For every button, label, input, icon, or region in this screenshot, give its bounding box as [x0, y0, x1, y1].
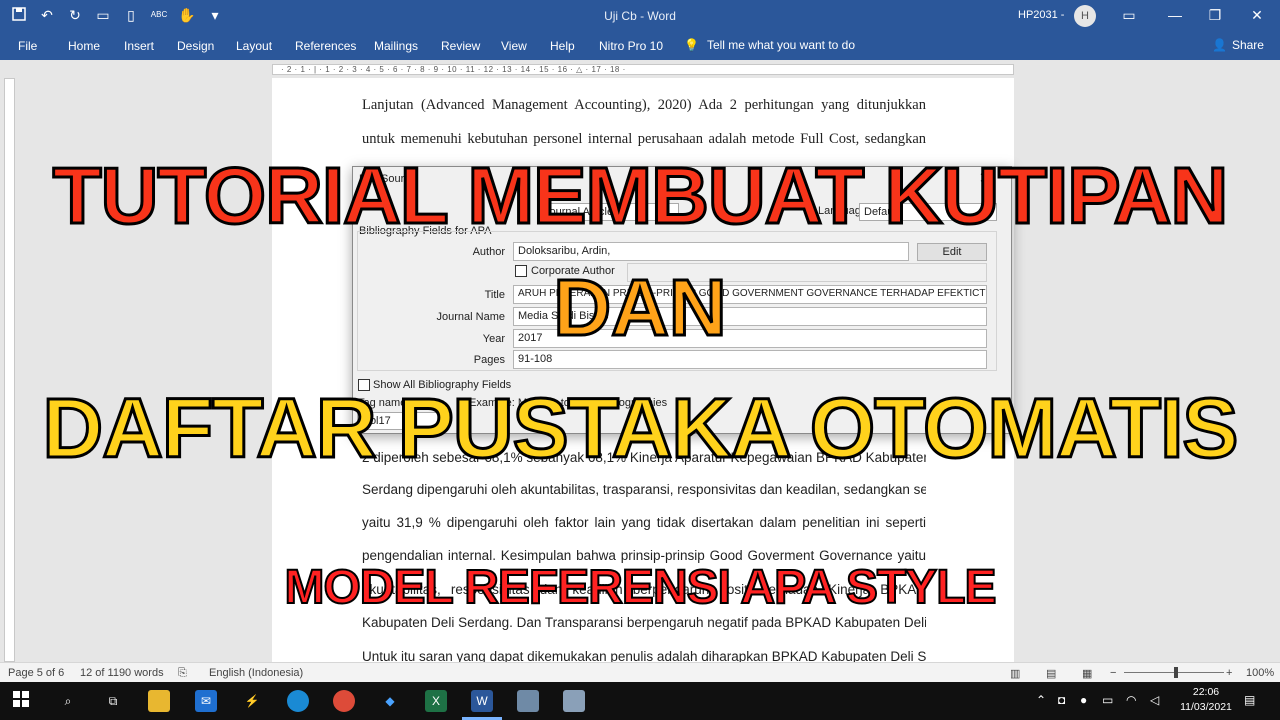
zoom-level[interactable]: 100% — [1246, 667, 1274, 679]
doc-line[interactable]: Lanjutan (Advanced Management Accounting… — [362, 97, 926, 114]
avatar[interactable]: H — [1074, 5, 1096, 27]
read-mode-icon[interactable]: ▥ — [1010, 667, 1020, 680]
zoom-out-icon[interactable]: − — [1110, 667, 1116, 679]
pages-label: Pages — [473, 354, 505, 366]
tell-me-label: Tell me what you want to do — [706, 38, 856, 52]
tab-help[interactable]: Help — [550, 39, 575, 53]
chrome-icon[interactable] — [333, 690, 355, 712]
doc-line[interactable]: Untuk itu saran yang dapat dikemukakan p… — [362, 649, 926, 662]
tab-review[interactable]: Review — [441, 39, 480, 53]
doc-line[interactable]: Kabupaten Deli Serdang. Dan Transparansi… — [362, 615, 926, 630]
dropbox-icon[interactable]: ◆ — [379, 690, 401, 712]
word-count[interactable]: 12 of 1190 words — [80, 667, 164, 679]
file-explorer-icon[interactable] — [148, 690, 170, 712]
zoom-slider-thumb[interactable] — [1174, 667, 1178, 678]
share-button[interactable]: 👤 Share — [1212, 38, 1264, 52]
edit-button[interactable]: Edit — [917, 243, 987, 261]
meet-now-icon[interactable]: ◘ — [1058, 693, 1065, 707]
title-bar: ↶ ↻ ▭ ▯ ABC ✋ ▾ Uji Cb - Word HP2031 - H… — [0, 0, 1280, 32]
word-icon[interactable]: W — [471, 690, 493, 712]
tell-me-box[interactable]: 💡 Tell me what you want to do — [684, 38, 855, 52]
doc-line[interactable]: Serdang dipengaruhi oleh akuntabilitas, … — [362, 482, 926, 497]
edge-icon[interactable] — [287, 690, 309, 712]
clock[interactable]: 22:06 11/03/2021 — [1176, 685, 1236, 715]
web-layout-icon[interactable]: ▦ — [1082, 667, 1092, 680]
user-name[interactable]: HP2031 - — [1018, 9, 1064, 21]
zoom-in-icon[interactable]: + — [1226, 667, 1232, 679]
ribbon-tabs: File Home Insert Design Layout Reference… — [0, 32, 1280, 60]
volume-icon[interactable]: ◁ — [1150, 693, 1159, 707]
overlay-title-line1: TUTORIAL MEMBUAT KUTIPAN — [51, 150, 1229, 242]
clock-date: 11/03/2021 — [1180, 701, 1232, 713]
taskbar: ⌕ ⧉ ✉ ⚡ ◆ X W ⌃ ◘ ● ▭ ◠ ◁ 22:06 11/03/20… — [0, 682, 1280, 720]
share-label: Share — [1231, 38, 1264, 52]
doc-line[interactable]: yaitu 31,9 % dipengaruhi oleh faktor lai… — [362, 515, 926, 530]
notifications-icon[interactable]: ▤ — [1244, 693, 1255, 707]
horizontal-ruler: · 2 · 1 · | · 1 · 2 · 3 · 4 · 5 · 6 · 7 … — [0, 60, 1280, 78]
proofing-icon[interactable]: ⎘ — [178, 667, 187, 680]
tab-file[interactable]: File — [18, 39, 37, 53]
close-icon[interactable]: ✕ — [1248, 6, 1266, 24]
tab-mailings[interactable]: Mailings — [374, 39, 418, 53]
tab-layout[interactable]: Layout — [236, 39, 272, 53]
author-label: Author — [472, 246, 505, 258]
minimize-icon[interactable]: — — [1166, 6, 1184, 24]
battery-icon[interactable]: ▭ — [1102, 693, 1113, 707]
overlay-subtitle: MODEL REFERENSI APA STYLE — [283, 560, 997, 615]
tab-view[interactable]: View — [501, 39, 527, 53]
ruler-scale[interactable]: · 2 · 1 · | · 1 · 2 · 3 · 4 · 5 · 6 · 7 … — [272, 64, 1014, 75]
search-icon[interactable]: ⌕ — [57, 690, 79, 712]
person-icon: 👤 — [1212, 38, 1227, 52]
language-status[interactable]: English (Indonesia) — [209, 667, 303, 679]
clock-time: 22:06 — [1192, 686, 1220, 698]
start-icon[interactable] — [10, 690, 32, 712]
tab-insert[interactable]: Insert — [124, 39, 154, 53]
status-bar: Page 5 of 6 12 of 1190 words ⎘ English (… — [0, 662, 1280, 682]
microphone-icon[interactable]: ● — [1080, 693, 1087, 707]
tray-chevron-icon[interactable]: ⌃ — [1036, 693, 1046, 707]
maximize-icon[interactable]: ❐ — [1206, 6, 1224, 24]
tab-nitro[interactable]: Nitro Pro 10 — [599, 39, 663, 53]
app-icon[interactable] — [517, 690, 539, 712]
doc-line[interactable]: untuk memenuhi kebutuhan personel intern… — [362, 131, 926, 148]
mail-icon[interactable]: ✉ — [195, 690, 217, 712]
tab-home[interactable]: Home — [68, 39, 100, 53]
page-count[interactable]: Page 5 of 6 — [8, 667, 64, 679]
excel-icon[interactable]: X — [425, 690, 447, 712]
author-field[interactable]: Doloksaribu, Ardin, — [513, 242, 909, 261]
wifi-icon[interactable]: ◠ — [1126, 693, 1136, 707]
tab-design[interactable]: Design — [177, 39, 214, 53]
print-layout-icon[interactable]: ▤ — [1046, 667, 1056, 680]
overlay-title-line3: DAFTAR PUSTAKA OTOMATIS — [41, 380, 1240, 477]
tab-references[interactable]: References — [295, 39, 356, 53]
overlay-title-line2: DAN — [552, 262, 728, 354]
app2-icon[interactable] — [563, 690, 585, 712]
ribbon-display-icon[interactable]: ▭ — [1120, 6, 1138, 24]
winamp-icon[interactable]: ⚡ — [241, 690, 263, 712]
lightbulb-icon: 💡 — [684, 38, 699, 52]
task-view-icon[interactable]: ⧉ — [102, 690, 124, 712]
